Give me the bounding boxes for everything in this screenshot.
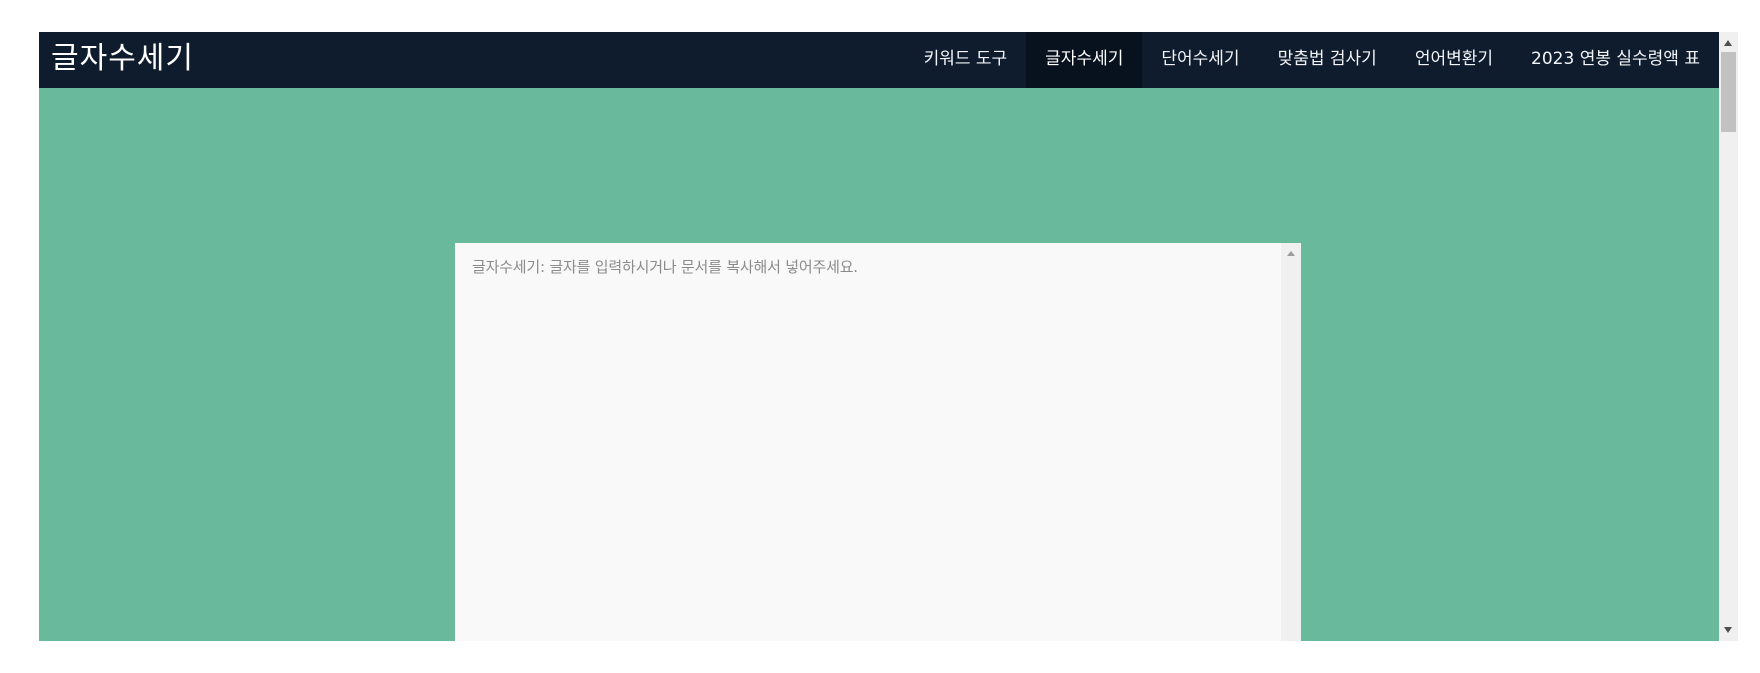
nav-item-language-converter[interactable]: 언어변환기	[1396, 32, 1512, 88]
nav-item-word-counter[interactable]: 단어수세기	[1142, 32, 1258, 88]
top-navbar: 글자수세기 키워드 도구 글자수세기 단어수세기 맞춤법 검사기 언어변환기 2…	[39, 32, 1719, 88]
text-input-placeholder: 글자수세기: 글자를 입력하시거나 문서를 복사해서 넣어주세요.	[472, 258, 858, 276]
nav-item-salary-table[interactable]: 2023 연봉 실수령액 표	[1512, 32, 1719, 88]
text-input-area[interactable]: 글자수세기: 글자를 입력하시거나 문서를 복사해서 넣어주세요.	[455, 243, 1301, 641]
main-nav: 키워드 도구 글자수세기 단어수세기 맞춤법 검사기 언어변환기 2023 연봉…	[905, 32, 1719, 88]
scroll-down-arrow-icon[interactable]	[1724, 627, 1732, 633]
text-input-scrollbar[interactable]	[1281, 243, 1301, 641]
nav-item-spell-checker[interactable]: 맞춤법 검사기	[1259, 32, 1396, 88]
scroll-up-arrow-icon[interactable]	[1724, 40, 1732, 46]
site-brand[interactable]: 글자수세기	[51, 32, 194, 88]
page-scrollbar[interactable]	[1719, 32, 1738, 641]
nav-item-character-counter[interactable]: 글자수세기	[1026, 32, 1143, 88]
scroll-up-arrow-icon[interactable]	[1287, 251, 1295, 256]
page-scroll-thumb[interactable]	[1721, 52, 1736, 132]
browser-viewport: 글자수세기 키워드 도구 글자수세기 단어수세기 맞춤법 검사기 언어변환기 2…	[39, 32, 1758, 641]
nav-item-keyword-tool[interactable]: 키워드 도구	[905, 32, 1027, 88]
page-body: 글자수세기 키워드 도구 글자수세기 단어수세기 맞춤법 검사기 언어변환기 2…	[39, 32, 1719, 641]
